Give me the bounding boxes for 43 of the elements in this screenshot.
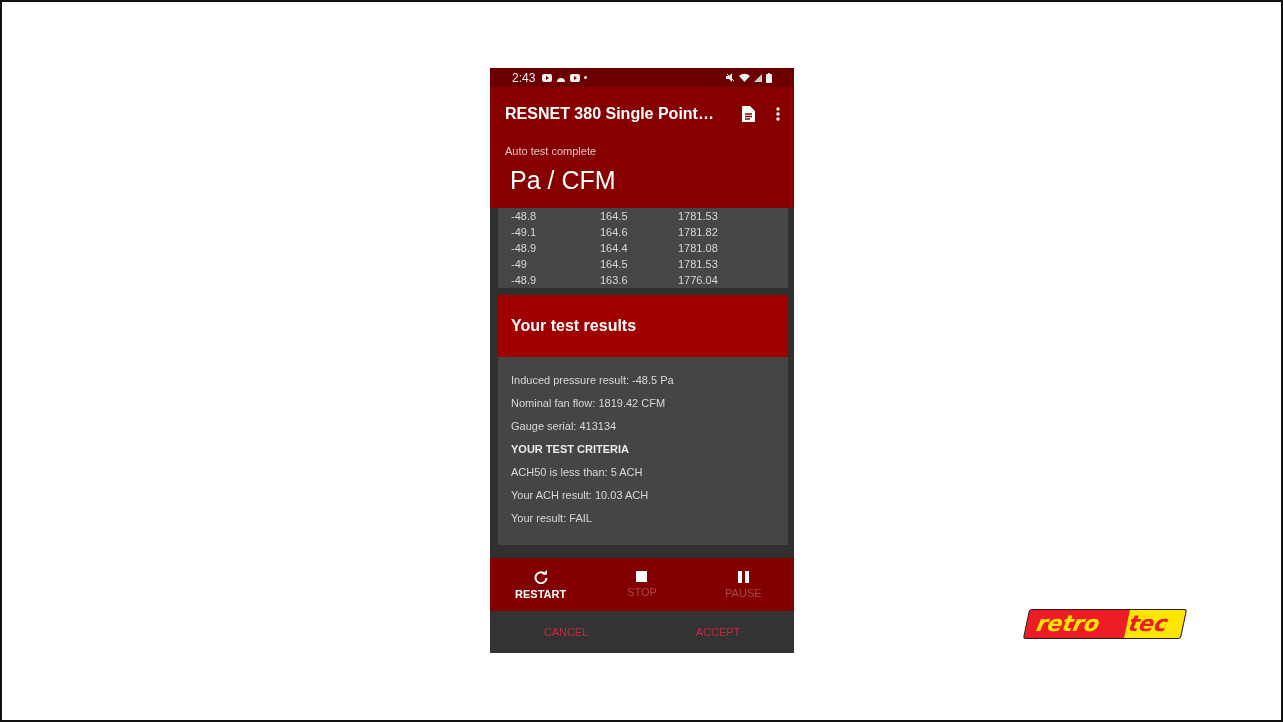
test-status: Auto test complete bbox=[505, 144, 598, 157]
table-cell-text: -49.1 bbox=[511, 226, 538, 238]
table-cell-text: 164.5 bbox=[600, 210, 629, 222]
more-options-icon[interactable] bbox=[776, 106, 780, 121]
table-cell: 1776.04 bbox=[678, 274, 718, 286]
mute-icon bbox=[726, 73, 735, 82]
units-label: Pa / CFM bbox=[510, 166, 617, 195]
table-cell: 1781.82 bbox=[678, 226, 718, 238]
results-title: Your test results bbox=[498, 295, 788, 357]
dot-icon bbox=[584, 76, 588, 79]
result-line: Your ACH result: 10.03 ACH bbox=[511, 488, 650, 503]
restart-icon bbox=[533, 569, 548, 584]
table-cell: 1781.08 bbox=[678, 242, 718, 254]
table-cell: 1781.53 bbox=[678, 258, 718, 270]
table-cell-text: 163.6 bbox=[600, 274, 629, 286]
result-line: ACH50 is less than: 5 ACH bbox=[511, 465, 644, 480]
video-app-icon bbox=[542, 73, 553, 82]
result-line: Induced pressure result: -48.5 Pa bbox=[511, 373, 675, 388]
document-icon[interactable] bbox=[742, 105, 755, 122]
signal-icon bbox=[754, 73, 762, 82]
status-time: 2:43 bbox=[512, 70, 536, 85]
result-line: Your result: FAIL bbox=[511, 511, 593, 526]
stop-icon bbox=[636, 571, 648, 582]
table-cell-text: 164.5 bbox=[600, 258, 629, 270]
video-app-icon bbox=[570, 73, 581, 82]
table-cell-text: 164.6 bbox=[600, 226, 629, 238]
restart-button[interactable]: RESTART bbox=[490, 558, 592, 611]
table-cell: 1781.53 bbox=[678, 210, 718, 222]
accept-button[interactable]: ACCEPT bbox=[642, 611, 794, 653]
wifi-icon bbox=[739, 73, 750, 82]
table-cell-text: -49 bbox=[511, 258, 528, 270]
result-line: Nominal fan flow: 1819.42 CFM bbox=[511, 396, 667, 411]
section-heading: YOUR TEST CRITERIA bbox=[511, 442, 630, 457]
table-cell-text: 164.4 bbox=[600, 242, 629, 254]
app-title: RESNET 380 Single Point… bbox=[505, 104, 715, 123]
table-cell-text: -48.9 bbox=[511, 242, 538, 254]
battery-icon bbox=[766, 72, 772, 83]
table-cell-text: -48.8 bbox=[511, 210, 538, 222]
logo-word: tec bbox=[1124, 610, 1186, 638]
cancel-button[interactable]: CANCEL bbox=[490, 611, 642, 653]
pause-icon bbox=[737, 570, 749, 583]
result-line: Gauge serial: 413134 bbox=[511, 419, 618, 434]
table-cell-text: -48.9 bbox=[511, 274, 538, 286]
